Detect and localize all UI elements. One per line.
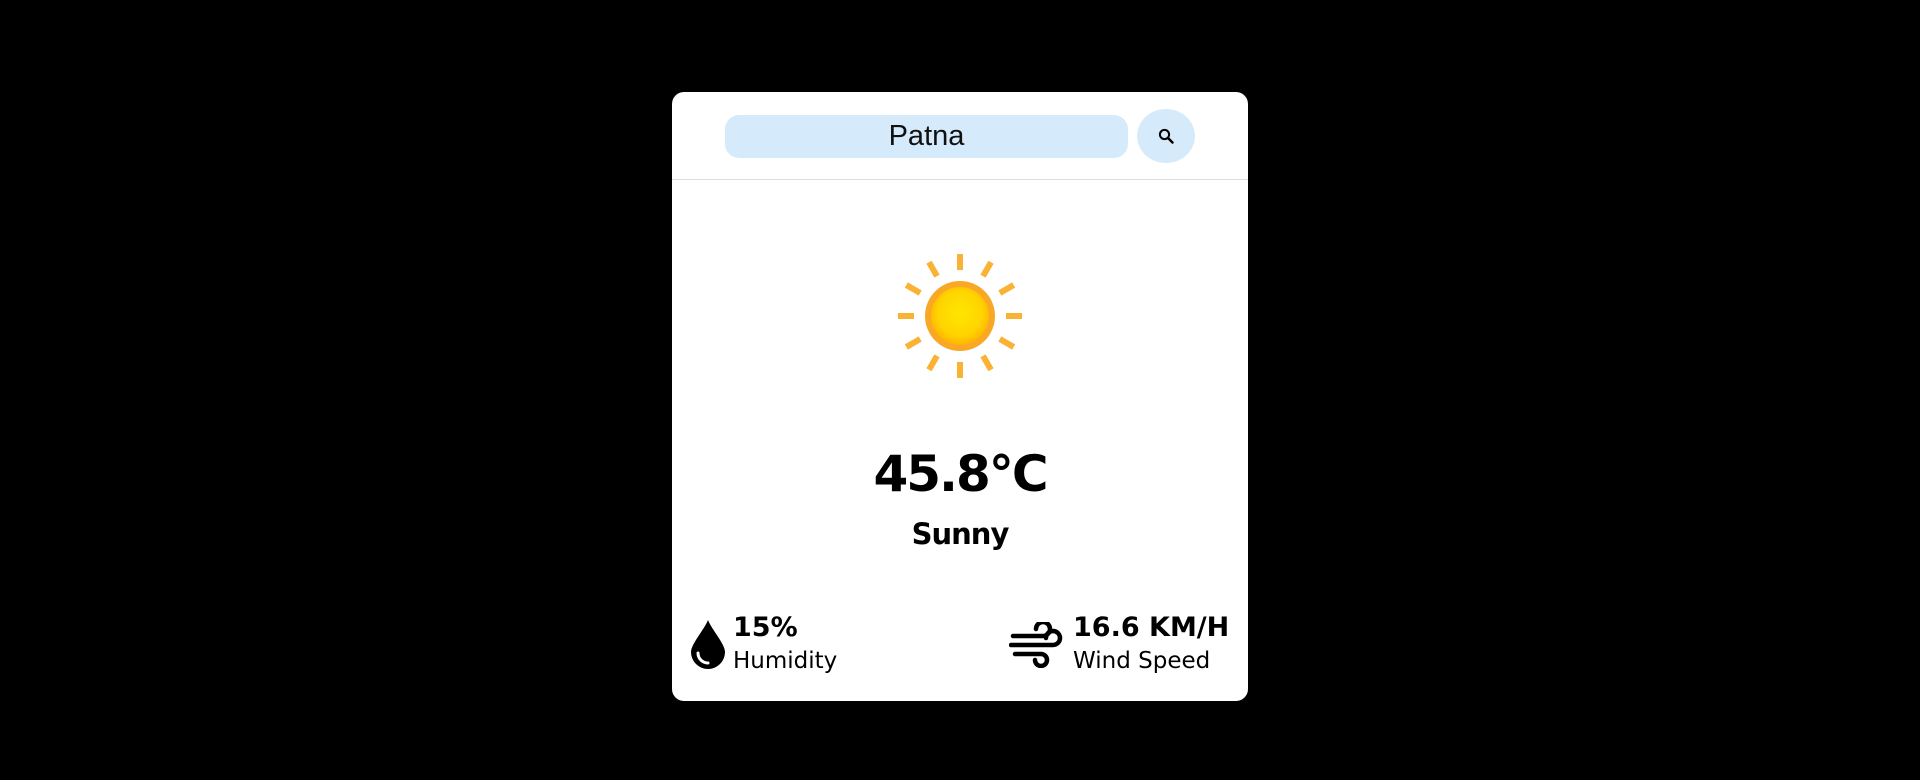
- sun-ray: [926, 260, 940, 278]
- weather-card: 45.8°C Sunny 15% Humidity 16.6 KM/H Wind…: [672, 92, 1248, 701]
- sun-ray: [980, 260, 994, 278]
- city-search-input[interactable]: [725, 115, 1128, 158]
- sun-ray: [998, 336, 1016, 350]
- search-button[interactable]: [1137, 109, 1195, 163]
- sun-icon: [898, 254, 1022, 378]
- search-bar: [672, 92, 1248, 180]
- wind-icon: [1009, 622, 1063, 668]
- sun-ray: [998, 282, 1016, 296]
- wind-stat: 16.6 KM/H Wind Speed: [1009, 612, 1239, 674]
- humidity-label: Humidity: [733, 648, 838, 674]
- weather-condition: Sunny: [911, 517, 1010, 551]
- humidity-value: 15%: [733, 612, 798, 643]
- water-drop-icon: [691, 620, 725, 669]
- sun-ray: [980, 354, 994, 372]
- sun-ray: [904, 336, 922, 350]
- humidity-stat: 15% Humidity: [689, 612, 889, 674]
- sun-ray: [926, 354, 940, 372]
- wind-value: 16.6 KM/H: [1073, 612, 1230, 643]
- temperature: 45.8°C: [873, 445, 1048, 503]
- sun-ray: [904, 282, 922, 296]
- search-icon: [1158, 128, 1174, 144]
- wind-label: Wind Speed: [1073, 648, 1211, 674]
